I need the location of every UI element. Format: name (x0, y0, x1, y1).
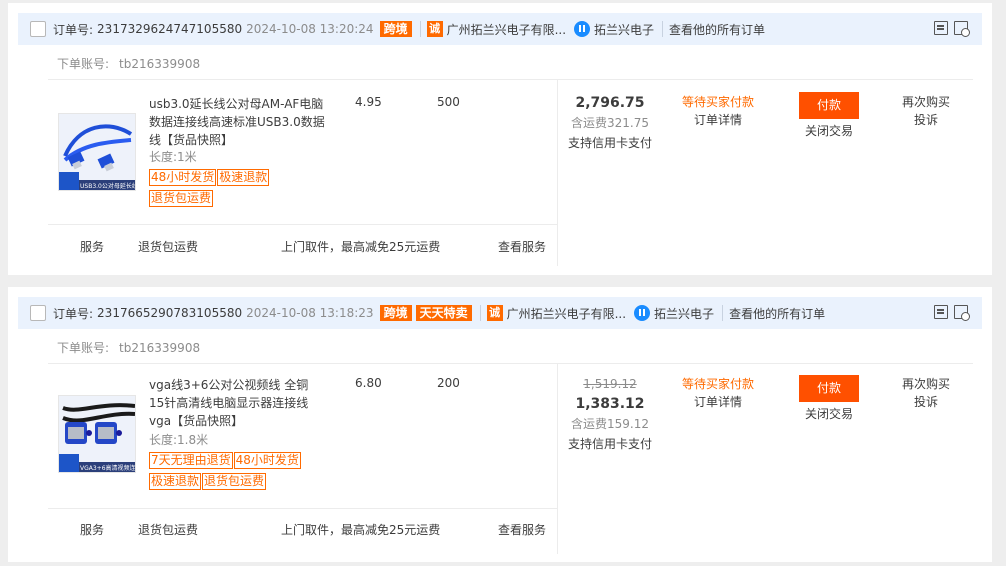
service-type: 退货包运费 (138, 240, 199, 254)
shop-name-link[interactable]: 广州拓兰兴电子有限... (447, 21, 566, 38)
account-value: tb216339908 (119, 341, 201, 355)
cross-border-tag: 跨境 (379, 21, 412, 37)
action-column: 再次购买 投诉 (878, 375, 974, 411)
shop-credit-icon: 诚 (426, 21, 443, 37)
close-order-link[interactable]: 关闭交易 (788, 123, 870, 139)
tag-fast-refund: 极速退款 (149, 473, 202, 490)
order-account: 下单账号: tb216339908 (57, 55, 200, 72)
order-card: 订单号: 2317329624747105580 2024-10-08 13:2… (8, 3, 992, 275)
order-card: 订单号: 2317665290783105580 2024-10-08 13:1… (8, 287, 992, 562)
order-number-label: 订单号: (53, 22, 94, 37)
shop-name-link[interactable]: 广州拓兰兴电子有限... (507, 305, 626, 322)
view-service-link[interactable]: 查看服务 (498, 238, 546, 255)
credit-card-support: 支持信用卡支付 (567, 136, 652, 150)
thumbnail-caption: VGA3+6高清视频连接线 (80, 465, 136, 472)
service-type: 退货包运费 (138, 523, 199, 537)
tag-7day-return: 7天无理由退货 (149, 452, 233, 469)
service-description: 上门取件，最高减免25元运费 (281, 523, 441, 537)
order-detail-link[interactable]: 订单详情 (668, 393, 768, 411)
note-icon[interactable] (934, 305, 948, 319)
status-column: 等待买家付款 订单详情 (668, 375, 768, 411)
order-checkbox[interactable] (30, 21, 46, 37)
close-order-link[interactable]: 关闭交易 (788, 406, 870, 422)
total-column: 2,796.75 含运费321.75 支持信用卡支付 (558, 93, 662, 153)
pay-button[interactable]: 付款 (799, 92, 859, 119)
cross-border-tag: 跨境 (379, 305, 412, 321)
order-status: 等待买家付款 (681, 95, 754, 109)
order-header: 订单号: 2317329624747105580 2024-10-08 13:2… (18, 13, 982, 45)
tag-48h-shipping: 48小时发货 (149, 169, 217, 186)
note-icon[interactable] (934, 21, 948, 35)
total-price: 1,383.12 (575, 396, 645, 412)
product-thumbnail[interactable]: VGA3+6高清视频连接线 (58, 395, 136, 473)
order-checkbox[interactable] (30, 305, 46, 321)
wangwang-name-link[interactable]: 拓兰兴电子 (594, 21, 654, 38)
rebuy-link[interactable]: 再次购买 (878, 93, 974, 111)
order-number: 2317329624747105580 (97, 22, 243, 36)
product-service-tags: 7天无理由退货 48小时发货极速退款 退货包运费 (149, 450, 319, 492)
product-spec: 长度:1米 (149, 150, 197, 164)
account-value: tb216339908 (119, 57, 201, 71)
vga-cable-image (59, 396, 135, 472)
action-column: 再次购买 投诉 (878, 93, 974, 129)
product-spec: 长度:1.8米 (149, 433, 209, 447)
snapshot-link[interactable]: 【货品快照】 (161, 133, 233, 147)
order-detail-link[interactable]: 订单详情 (668, 111, 768, 129)
wangwang-chat-icon[interactable] (574, 21, 591, 37)
account-label: 下单账号: (57, 341, 110, 355)
service-description: 上门取件，最高减免25元运费 (281, 240, 441, 254)
service-label: 服务 (80, 523, 105, 537)
order-number: 2317665290783105580 (97, 306, 243, 320)
snapshot-link[interactable]: 【货品快照】 (171, 414, 243, 428)
status-column: 等待买家付款 订单详情 (668, 93, 768, 129)
shipping-fee: 含运费321.75 (571, 116, 649, 130)
order-number-label: 订单号: (53, 306, 94, 321)
unit-price: 4.95 (355, 95, 382, 109)
tag-return-shipping: 退货包运费 (149, 190, 214, 207)
order-time: 2024-10-08 13:18:23 (246, 306, 374, 320)
complain-link[interactable]: 投诉 (878, 111, 974, 129)
tag-48h-shipping: 48小时发货 (233, 452, 301, 469)
quantity: 200 (437, 376, 460, 390)
thumbnail-caption: USB3.0公对母延长线 (80, 183, 136, 190)
original-price: 1,519.12 (583, 377, 637, 391)
order-account: 下单账号: tb216339908 (57, 339, 200, 356)
flag-icon[interactable] (954, 305, 970, 321)
account-label: 下单账号: (57, 57, 110, 71)
tag-fast-refund: 极速退款 (217, 169, 270, 186)
flag-icon[interactable] (954, 21, 970, 37)
product-thumbnail[interactable]: USB3.0公对母延长线 (58, 113, 136, 191)
rebuy-link[interactable]: 再次购买 (878, 375, 974, 393)
pay-column: 付款 关闭交易 (788, 375, 870, 422)
usb-cable-image (59, 114, 135, 190)
pay-column: 付款 关闭交易 (788, 92, 870, 139)
order-header: 订单号: 2317665290783105580 2024-10-08 13:1… (18, 297, 982, 329)
total-column: 1,519.12 1,383.12 含运费159.12 支持信用卡支付 (558, 374, 662, 454)
all-orders-link[interactable]: 查看他的所有订单 (729, 305, 825, 322)
order-time: 2024-10-08 13:20:24 (246, 22, 374, 36)
daily-sale-tag: 天天特卖 (415, 305, 472, 321)
product-title[interactable]: vga线3+6公对公视频线 全铜15针高清线电脑显示器连接线vga【货品快照】 (149, 376, 319, 430)
total-price: 2,796.75 (575, 95, 645, 111)
wangwang-name-link[interactable]: 拓兰兴电子 (654, 305, 714, 322)
view-service-link[interactable]: 查看服务 (498, 521, 546, 538)
product-service-tags: 48小时发货 极速退款 退货包运费 (149, 167, 319, 209)
wangwang-chat-icon[interactable] (634, 305, 651, 321)
shipping-fee: 含运费159.12 (571, 417, 649, 431)
tag-return-shipping: 退货包运费 (202, 473, 267, 490)
quantity: 500 (437, 95, 460, 109)
service-label: 服务 (80, 240, 105, 254)
unit-price: 6.80 (355, 376, 382, 390)
complain-link[interactable]: 投诉 (878, 393, 974, 411)
credit-card-support: 支持信用卡支付 (567, 437, 652, 451)
shop-credit-icon: 诚 (486, 305, 503, 321)
product-title[interactable]: usb3.0延长线公对母AM-AF电脑数据连接线高速标准USB3.0数据线【货品… (149, 95, 329, 149)
all-orders-link[interactable]: 查看他的所有订单 (669, 21, 765, 38)
order-status: 等待买家付款 (681, 377, 754, 391)
pay-button[interactable]: 付款 (799, 375, 859, 402)
